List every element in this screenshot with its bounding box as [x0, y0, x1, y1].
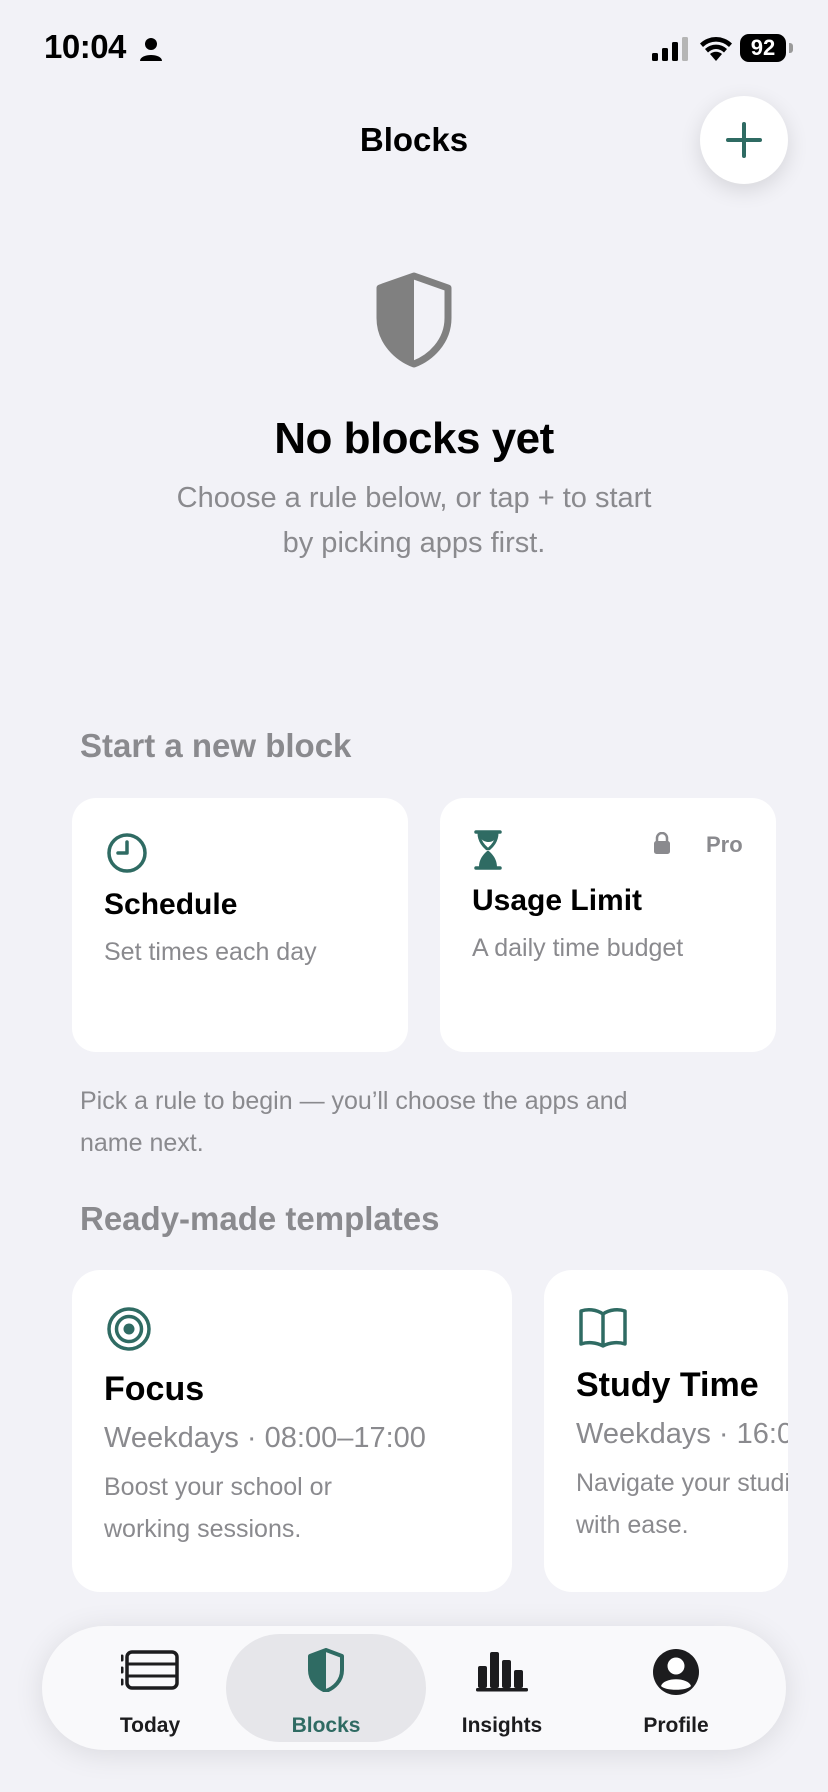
pro-badge: Pro [706, 832, 743, 857]
tab-profile[interactable]: Profile [606, 1626, 746, 1750]
template-description-line: working sessions. [104, 1515, 302, 1543]
tab-label: Blocks [291, 1714, 361, 1737]
today-icon [121, 1650, 179, 1690]
rule-card-subtitle: A daily time budget [472, 934, 684, 962]
rule-hint: Pick a rule to begin — you’ll choose the… [80, 1080, 720, 1164]
clock-icon [107, 833, 147, 873]
section-title-new-block: Start a new block [80, 727, 352, 764]
hourglass-icon [474, 830, 502, 870]
empty-state-subtitle: Choose a rule below, or tap + to start b… [140, 476, 688, 566]
rule-hint-line: Pick a rule to begin — you’ll choose the… [80, 1087, 628, 1115]
battery-level: 92 [740, 34, 786, 62]
tab-label: Insights [461, 1714, 543, 1737]
template-card-study-time[interactable]: Study Time Weekdays · 16:00 Navigate you… [544, 1270, 788, 1592]
template-description-line: Boost your school or [104, 1473, 332, 1501]
tab-blocks[interactable]: Blocks [256, 1626, 396, 1750]
empty-state-title: No blocks yet [274, 414, 554, 463]
book-icon [579, 1308, 627, 1348]
rule-hint-line: name next. [80, 1129, 204, 1157]
template-title: Focus [104, 1370, 205, 1408]
target-icon [107, 1307, 151, 1351]
template-schedule: Weekdays · 08:00–17:00 [104, 1422, 426, 1454]
template-description: Navigate your studies with ease. [576, 1462, 788, 1546]
shield-icon [308, 1648, 344, 1692]
template-description: Boost your school or working sessions. [104, 1466, 332, 1550]
rule-card-schedule[interactable]: Schedule Set times each day [72, 798, 408, 1052]
plus-icon [726, 122, 762, 158]
bar-chart-icon [476, 1652, 528, 1692]
tab-insights[interactable]: Insights [432, 1626, 572, 1750]
profile-icon [653, 1649, 699, 1695]
empty-state-subtitle-line: Choose a rule below, or tap + to start [176, 482, 652, 514]
empty-state-subtitle-line: by picking apps first. [282, 527, 546, 559]
section-title-templates: Ready-made templates [80, 1200, 440, 1237]
rule-card-title: Usage Limit [472, 884, 643, 917]
template-card-focus[interactable]: Focus Weekdays · 08:00–17:00 Boost your … [72, 1270, 512, 1592]
template-title: Study Time [576, 1366, 759, 1404]
rule-card-title: Schedule [104, 888, 238, 921]
battery-tip [789, 43, 793, 53]
add-block-button[interactable] [700, 96, 788, 184]
tab-label: Today [119, 1714, 181, 1737]
status-time: 10:04 [44, 28, 126, 65]
shield-icon [376, 272, 452, 368]
template-description-line: with ease. [576, 1511, 689, 1539]
rule-card-usage-limit[interactable]: Pro Usage Limit A daily time budget [440, 798, 776, 1052]
cellular-signal-icon [652, 37, 688, 61]
tab-label: Profile [643, 1714, 709, 1737]
rule-card-subtitle: Set times each day [104, 938, 317, 966]
lock-icon [654, 832, 670, 854]
template-description-line: Navigate your studies [576, 1469, 788, 1497]
person-icon [140, 38, 162, 61]
wifi-icon [700, 37, 732, 61]
template-schedule: Weekdays · 16:00 [576, 1418, 788, 1450]
tab-today[interactable]: Today [80, 1626, 220, 1750]
